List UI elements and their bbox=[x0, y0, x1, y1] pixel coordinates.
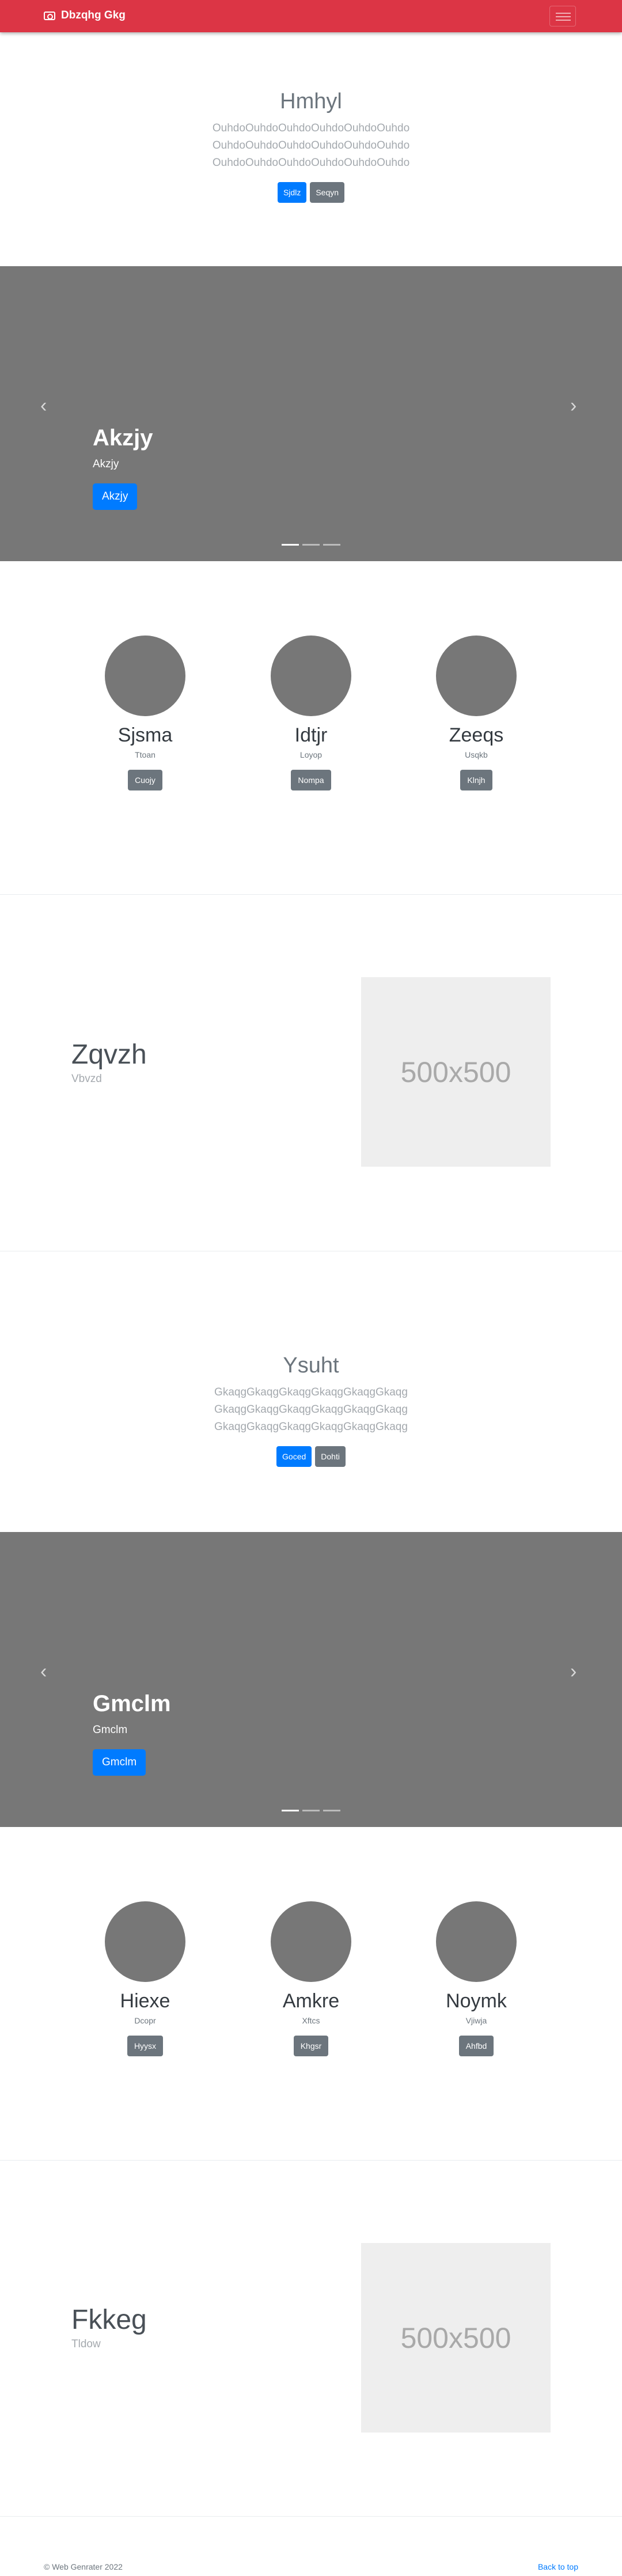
featurette-text: Vbvzd bbox=[71, 1073, 102, 1085]
featurette-text: Tldow bbox=[71, 2338, 101, 2350]
column-item: Idtjr Loyop Nompa bbox=[253, 636, 369, 790]
menu-bar bbox=[556, 16, 571, 17]
column-text: Ttoan bbox=[135, 750, 156, 759]
carousel-caption: Akzjy Akzjy Akzjy bbox=[93, 425, 153, 510]
column-button[interactable]: Khgsr bbox=[293, 2036, 329, 2056]
featurette-image: 500x500 bbox=[361, 2243, 551, 2433]
column-item: Noymk Vjiwja Ahfbd bbox=[419, 1901, 534, 2056]
carousel-title: Gmclm bbox=[93, 1691, 171, 1716]
placeholder-circle bbox=[271, 1901, 351, 1982]
carousel-1: ‹ › Akzjy Akzjy Akzjy bbox=[0, 266, 622, 561]
jumbotron-text: OuhdoOuhdoOuhdoOuhdoOuhdoOuhdo bbox=[212, 122, 410, 134]
section-divider bbox=[0, 2160, 622, 2161]
carousel-prev-icon[interactable]: ‹ bbox=[40, 1662, 52, 1681]
column-title: Noymk bbox=[446, 1990, 507, 2012]
carousel-indicator[interactable] bbox=[302, 544, 320, 546]
jumbotron-text: GkaqgGkaqgGkaqgGkaqgGkaqgGkaqg bbox=[214, 1386, 408, 1398]
column-title: Idtjr bbox=[294, 724, 328, 746]
secondary-button[interactable]: Dohti bbox=[315, 1446, 346, 1467]
carousel-next-icon[interactable]: › bbox=[570, 1662, 582, 1681]
placeholder-circle bbox=[105, 636, 185, 716]
column-button[interactable]: Nompa bbox=[291, 770, 331, 790]
column-text: Loyop bbox=[299, 750, 323, 759]
column-item: Sjsma Ttoan Cuojy bbox=[88, 636, 203, 790]
featurette-title: Fkkeg bbox=[71, 2305, 147, 2335]
primary-button[interactable]: Goced bbox=[276, 1446, 312, 1467]
placeholder-circle bbox=[271, 636, 351, 716]
section-divider bbox=[0, 894, 622, 895]
carousel-indicator[interactable] bbox=[282, 1810, 299, 1811]
column-item: Hiexe Dcopr Hyysx bbox=[88, 1901, 203, 2056]
column-text: Dcopr bbox=[134, 2016, 156, 2025]
column-button[interactable]: Hyysx bbox=[127, 2036, 164, 2056]
carousel-indicator[interactable] bbox=[282, 544, 299, 546]
carousel-indicators bbox=[282, 1810, 340, 1811]
copyright-text: © Web Genrater 2022 bbox=[44, 2562, 123, 2571]
featurette-image: 500x500 bbox=[361, 977, 551, 1167]
column-text: Usqkb bbox=[465, 750, 488, 759]
column-title: Sjsma bbox=[117, 724, 173, 746]
featurette-title: Zqvzh bbox=[71, 1039, 147, 1070]
column-button[interactable]: Ahfbd bbox=[458, 2036, 494, 2056]
carousel-next-icon[interactable]: › bbox=[570, 396, 582, 415]
section-divider bbox=[0, 2516, 622, 2517]
navbar: Dbzqhg Gkg bbox=[0, 0, 622, 32]
secondary-button[interactable]: Seqyn bbox=[310, 182, 345, 203]
carousel-button[interactable]: Akzjy bbox=[93, 483, 138, 510]
column-button[interactable]: Cuojy bbox=[128, 770, 162, 790]
carousel-indicators bbox=[282, 544, 340, 546]
placeholder-circle bbox=[105, 1901, 185, 1982]
footer: © Web Genrater 2022 Back to top bbox=[0, 2558, 622, 2576]
back-to-top-link[interactable]: Back to top bbox=[538, 2562, 578, 2571]
featurette-1: Zqvzh Vbvzd bbox=[71, 1039, 147, 1085]
carousel-text: Akzjy bbox=[93, 458, 119, 470]
menu-bar bbox=[556, 20, 571, 21]
jumbotron-1: Hmhyl OuhdoOuhdoOuhdoOuhdoOuhdoOuhdo Ouh… bbox=[0, 89, 622, 203]
carousel-2: ‹ › Gmclm Gmclm Gmclm bbox=[0, 1532, 622, 1827]
navbar-toggler[interactable] bbox=[549, 6, 576, 27]
carousel-indicator[interactable] bbox=[323, 1810, 340, 1811]
carousel-text: Gmclm bbox=[93, 1724, 128, 1736]
jumbotron-text: OuhdoOuhdoOuhdoOuhdoOuhdoOuhdo bbox=[212, 139, 410, 152]
jumbotron-2: Ysuht GkaqgGkaqgGkaqgGkaqgGkaqgGkaqg Gka… bbox=[0, 1353, 622, 1467]
column-item: Zeeqs Usqkb Klnjh bbox=[419, 636, 534, 790]
jumbotron-text: GkaqgGkaqgGkaqgGkaqgGkaqgGkaqg bbox=[214, 1421, 408, 1433]
carousel-title: Akzjy bbox=[93, 425, 153, 451]
featurette-2: Fkkeg Tldow bbox=[71, 2304, 147, 2351]
column-title: Hiexe bbox=[120, 1990, 170, 2012]
carousel-indicator[interactable] bbox=[302, 1810, 320, 1811]
menu-bar bbox=[556, 13, 571, 14]
placeholder-circle bbox=[436, 1901, 517, 1982]
column-text: Vjiwja bbox=[465, 2016, 487, 2025]
jumbotron-text: OuhdoOuhdoOuhdoOuhdoOuhdoOuhdo bbox=[212, 157, 410, 169]
carousel-button[interactable]: Gmclm bbox=[93, 1749, 146, 1776]
column-title: Zeeqs bbox=[449, 724, 504, 746]
jumbotron-title: Hmhyl bbox=[280, 89, 342, 114]
brand-label: Dbzqhg Gkg bbox=[61, 9, 126, 21]
carousel-prev-icon[interactable]: ‹ bbox=[40, 396, 52, 415]
camera-icon bbox=[44, 11, 55, 20]
column-text: Xftcs bbox=[302, 2016, 320, 2025]
column-item: Amkre Xftcs Khgsr bbox=[253, 1901, 369, 2056]
jumbotron-title: Ysuht bbox=[283, 1353, 339, 1378]
primary-button[interactable]: Sjdlz bbox=[277, 182, 307, 203]
carousel-indicator[interactable] bbox=[323, 544, 340, 546]
placeholder-circle bbox=[436, 636, 517, 716]
carousel-caption: Gmclm Gmclm Gmclm bbox=[93, 1691, 171, 1776]
jumbotron-text: GkaqgGkaqgGkaqgGkaqgGkaqgGkaqg bbox=[214, 1404, 408, 1416]
column-title: Amkre bbox=[282, 1990, 340, 2012]
brand-link[interactable]: Dbzqhg Gkg bbox=[44, 9, 126, 22]
column-button[interactable]: Klnjh bbox=[460, 770, 492, 790]
